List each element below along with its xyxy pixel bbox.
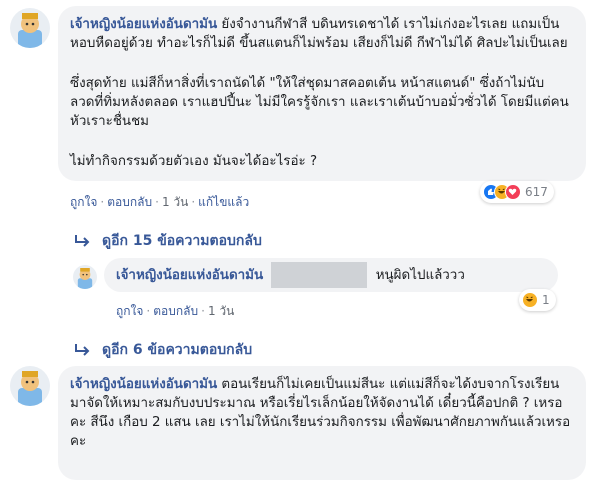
reply-link[interactable]: ตอบกลับ	[153, 304, 198, 318]
avatar[interactable]	[10, 8, 50, 48]
reply-bubble: เจ้าหญิงน้อยแห่งอันดามัน หนูผิดไปแล้ววว	[104, 258, 558, 292]
reply-reaction-summary[interactable]: 1	[519, 289, 556, 311]
reply-text: หนูผิดไปแล้ววว	[375, 268, 465, 283]
separator: ·	[146, 304, 151, 318]
reaction-summary[interactable]: 617	[480, 181, 554, 203]
separator: ·	[100, 195, 105, 209]
comment-bubble: เจ้าหญิงน้อยแห่งอันดามัน ตอนเรียนก็ไม่เค…	[58, 366, 586, 480]
like-link[interactable]: ถูกใจ	[70, 195, 97, 209]
reply-avatar[interactable]	[73, 265, 97, 289]
reply-actions: ถูกใจ · ตอบกลับ · 1 วัน	[116, 302, 234, 321]
mascot-avatar-icon	[10, 8, 50, 48]
mascot-avatar-icon	[10, 366, 50, 406]
reply-author[interactable]: เจ้าหญิงน้อยแห่งอันดามัน	[116, 268, 263, 283]
reaction-count: 1	[542, 293, 550, 307]
edited-link[interactable]: แก้ไขแล้ว	[198, 195, 249, 209]
comment-bubble: เจ้าหญิงน้อยแห่งอันดามัน ยังจำงานกีฬาสี …	[58, 6, 586, 181]
view-more-replies-label: ดูอีก 6 ข้อความตอบกลับ	[102, 342, 253, 358]
haha-icon	[522, 292, 538, 308]
comment-body-part2: ซึ่งสุดท้าย แม่สีก็หาสิ่งที่เราถนัดได้ "…	[70, 76, 569, 129]
comment-author[interactable]: เจ้าหญิงน้อยแห่งอันดามัน	[70, 17, 217, 32]
comment-body-part3: ไม่ทำกิจกรรมด้วยตัวเอง มันจะได้อะไรอ่ะ ?	[70, 154, 318, 169]
comment-actions: ถูกใจ · ตอบกลับ · 1 วัน · แก้ไขแล้ว	[70, 193, 249, 212]
separator: ·	[191, 195, 196, 209]
view-more-replies-button[interactable]: ดูอีก 6 ข้อความตอบกลับ	[74, 339, 252, 361]
separator: ·	[201, 304, 205, 318]
view-more-replies-button[interactable]: ดูอีก 15 ข้อความตอบกลับ	[74, 230, 262, 252]
avatar[interactable]	[10, 366, 50, 406]
redacted-mention	[271, 262, 368, 288]
reaction-count: 617	[525, 185, 548, 199]
comment-text: เจ้าหญิงน้อยแห่งอันดามัน ตอนเรียนก็ไม่เค…	[70, 375, 572, 451]
reply-arrow-icon	[75, 344, 90, 356]
reply-link[interactable]: ตอบกลับ	[107, 195, 152, 209]
timestamp[interactable]: 1 วัน	[208, 304, 234, 318]
separator: ·	[155, 195, 159, 209]
timestamp[interactable]: 1 วัน	[162, 195, 188, 209]
reply-arrow-icon	[75, 235, 90, 247]
view-more-replies-label: ดูอีก 15 ข้อความตอบกลับ	[102, 233, 262, 249]
love-icon	[505, 184, 521, 200]
like-link[interactable]: ถูกใจ	[116, 304, 143, 318]
mascot-avatar-icon	[73, 265, 97, 289]
comment-author[interactable]: เจ้าหญิงน้อยแห่งอันดามัน	[70, 377, 217, 392]
comment-text: เจ้าหญิงน้อยแห่งอันดามัน ยังจำงานกีฬาสี …	[70, 15, 572, 53]
